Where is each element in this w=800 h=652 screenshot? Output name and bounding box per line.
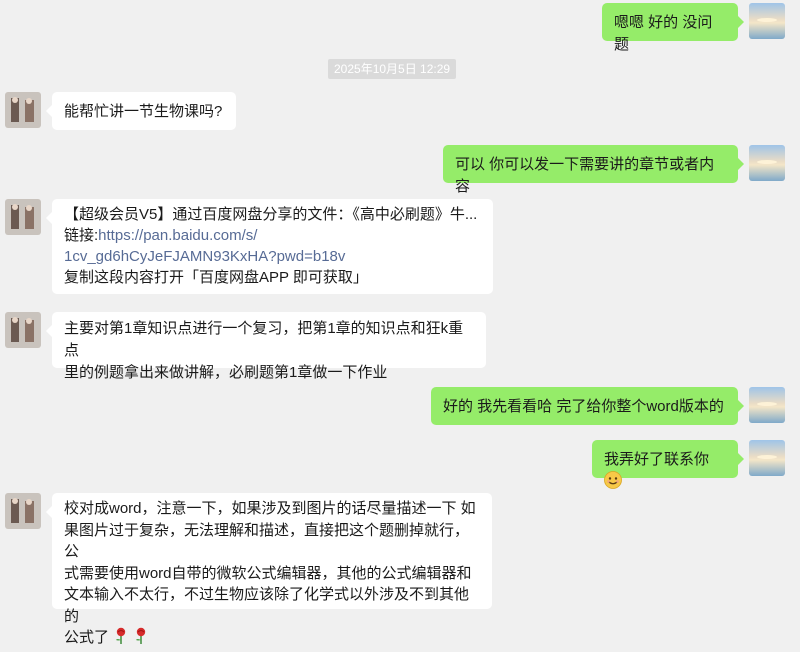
- share-link-continued[interactable]: 1cv_gd6hCyJeFJAMN93KxHA?pwd=b18v: [64, 246, 481, 267]
- message-text: 好的 我先看看哈 完了给你整个word版本的: [443, 398, 724, 415]
- timestamp: 2025年10月5日 12:29: [328, 59, 457, 79]
- share-link[interactable]: https://pan.baidu.com/s/: [98, 227, 257, 244]
- message-bubble-incoming[interactable]: 能帮忙讲一节生物课吗?: [46, 92, 236, 130]
- message-bubble-incoming[interactable]: 校对成word，注意一下，如果涉及到图片的话尽量描述一下 如 果图片过于复杂，无…: [46, 493, 492, 646]
- message-text: 式需要使用word自带的微软公式编辑器，其他的公式编辑器和: [64, 564, 472, 582]
- message-text: 我弄好了联系你: [604, 451, 710, 468]
- message-text: 能帮忙讲一节生物课吗?: [64, 103, 223, 120]
- message-link-line: 链接:https://pan.baidu.com/s/: [64, 225, 481, 246]
- message-bubble-outgoing[interactable]: 可以 你可以发一下需要讲的章节或者内容: [443, 145, 744, 195]
- my-avatar[interactable]: [749, 145, 785, 181]
- message-bubble-outgoing[interactable]: 我弄好了联系你: [592, 440, 744, 489]
- contact-avatar[interactable]: [5, 199, 41, 235]
- contact-avatar[interactable]: [5, 493, 41, 529]
- message-bubble-outgoing[interactable]: 嗯嗯 好的 没问题: [602, 3, 744, 53]
- smiling-face-icon: [604, 471, 622, 496]
- message-last-line: 公式了: [64, 627, 480, 652]
- my-avatar[interactable]: [749, 440, 785, 476]
- contact-avatar[interactable]: [5, 92, 41, 128]
- message-text: 可以 你可以发一下需要讲的章节或者内容: [455, 156, 715, 195]
- message-text: 【超级会员V5】通过百度网盘分享的文件：《高中必刷题》牛...: [64, 206, 478, 223]
- message-bubble-outgoing[interactable]: 好的 我先看看哈 完了给你整个word版本的: [431, 387, 744, 425]
- message-bubble-incoming[interactable]: 主要对第1章知识点进行一个复习，把第1章的知识点和狂k重点 里的例题拿出来做讲解…: [46, 312, 486, 381]
- message-text: 文本输入不太行，不过生物应该除了化学式以外涉及不到其他的: [64, 586, 470, 625]
- rose-icon: [133, 627, 149, 652]
- message-text: 果图片过于复杂，无法理解和描述，直接把这个题删掉就行，公: [64, 521, 470, 561]
- message-bubble-incoming-link[interactable]: 【超级会员V5】通过百度网盘分享的文件：《高中必刷题》牛... 链接:https…: [46, 199, 493, 294]
- my-avatar[interactable]: [749, 387, 785, 423]
- my-avatar[interactable]: [749, 3, 785, 39]
- message-text: 公式了: [64, 629, 110, 646]
- contact-avatar[interactable]: [5, 312, 41, 348]
- message-text: 主要对第1章知识点进行一个复习，把第1章的知识点和狂k重点: [64, 320, 464, 359]
- message-text: 校对成word，注意一下，如果涉及到图片的话尽量描述一下 如: [64, 500, 476, 517]
- link-label: 链接:: [64, 227, 99, 244]
- message-text: 嗯嗯 好的 没问题: [614, 14, 713, 53]
- message-text: 复制这段内容打开「百度网盘APP 即可获取」: [64, 269, 368, 286]
- message-text: 里的例题拿出来做讲解，必刷题第1章做一下作业: [64, 364, 388, 381]
- rose-icon: [113, 627, 129, 652]
